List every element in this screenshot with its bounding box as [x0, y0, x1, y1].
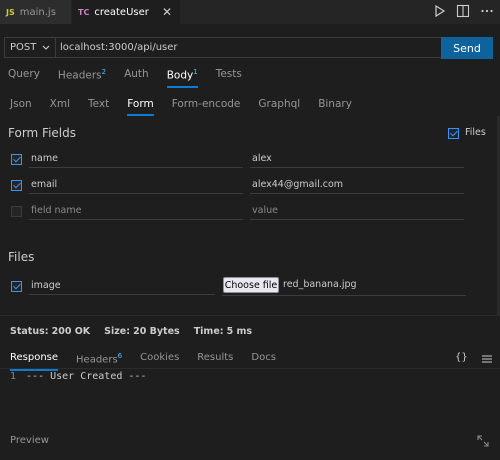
- choose-file-button[interactable]: Choose file: [223, 277, 279, 293]
- response-line: --- User Created ---: [26, 371, 147, 382]
- tab-body[interactable]: Body1: [166, 68, 198, 87]
- divider: [0, 368, 500, 369]
- editor-tab-main-js[interactable]: JS main.js: [0, 0, 72, 24]
- js-file-icon: JS: [6, 7, 15, 17]
- tab-json[interactable]: Json: [10, 98, 32, 110]
- tab-label: Headers: [57, 69, 102, 82]
- tab-docs[interactable]: Docs: [251, 352, 276, 365]
- chevron-down-icon: [42, 45, 50, 50]
- field-name-input[interactable]: name: [29, 150, 243, 168]
- status-value: 200 OK: [51, 326, 91, 337]
- field-name-input[interactable]: email: [29, 176, 243, 194]
- selected-file-name: red_banana.jpg: [283, 279, 357, 290]
- tab-query[interactable]: Query: [8, 68, 40, 82]
- tab-xml[interactable]: Xml: [50, 98, 70, 110]
- divider: [0, 315, 500, 316]
- tab-auth[interactable]: Auth: [124, 68, 149, 82]
- format-json-icon[interactable]: {}: [455, 352, 468, 363]
- tab-label: Auth: [124, 68, 149, 80]
- tab-headers[interactable]: Headers2: [58, 68, 106, 82]
- tab-label: Response: [10, 352, 59, 363]
- tab-count-badge: 1: [193, 68, 198, 76]
- files-toggle-label: Files: [465, 127, 486, 138]
- file-field-underline: [222, 295, 466, 296]
- preview-label[interactable]: Preview: [10, 435, 49, 446]
- size-item: Size: 20 Bytes: [104, 326, 180, 337]
- tab-label: Results: [197, 352, 234, 363]
- method-value: POST: [10, 42, 37, 53]
- editor-tab-label: main.js: [19, 6, 56, 18]
- tab-response-headers[interactable]: Headers6: [76, 352, 122, 365]
- method-select[interactable]: POST: [4, 37, 56, 58]
- body-type-tabs: Json Xml Text Form Form-encode Graphql B…: [10, 98, 370, 116]
- expand-icon[interactable]: [476, 434, 490, 448]
- close-icon[interactable]: ✕: [162, 5, 172, 19]
- split-editor-icon[interactable]: [456, 4, 470, 18]
- tab-label: Body: [166, 69, 194, 82]
- response-tabs: Response Headers6 Cookies Results Docs: [10, 352, 294, 372]
- tab-label: Query: [8, 68, 40, 80]
- tab-label: Tests: [215, 68, 242, 80]
- field-value-input[interactable]: alex: [250, 150, 464, 168]
- url-input[interactable]: localhost:3000/api/user: [56, 37, 444, 58]
- tab-response[interactable]: Response: [10, 352, 59, 372]
- editor-tab-strip: JS main.js TC createUser ✕: [0, 0, 500, 24]
- size-value: 20 Bytes: [133, 326, 180, 337]
- files-checkbox[interactable]: [448, 128, 459, 139]
- run-icon[interactable]: [434, 4, 446, 18]
- tab-label: Headers: [76, 354, 118, 366]
- tab-binary[interactable]: Binary: [318, 98, 352, 110]
- files-title: Files: [8, 250, 35, 264]
- menu-icon[interactable]: [481, 354, 493, 364]
- thunder-client-icon: TC: [78, 7, 90, 17]
- line-number: 1: [10, 371, 17, 382]
- tab-label: Docs: [251, 352, 276, 363]
- editor-tab-create-user[interactable]: TC createUser ✕: [72, 0, 180, 24]
- request-bar: POST localhost:3000/api/user Send: [4, 37, 493, 59]
- status-item: Status: 200 OK: [10, 326, 91, 337]
- tab-form[interactable]: Form: [127, 98, 155, 116]
- time-value: 5 ms: [226, 326, 253, 337]
- field-value-input[interactable]: alex44@gmail.com: [250, 176, 464, 194]
- tab-graphql[interactable]: Graphql: [258, 98, 300, 110]
- more-actions-icon[interactable]: [480, 4, 494, 18]
- tab-cookies[interactable]: Cookies: [140, 352, 179, 365]
- tab-label: Cookies: [140, 352, 180, 363]
- file-field-name-input[interactable]: image: [29, 277, 215, 295]
- tab-count-badge: 6: [117, 352, 123, 360]
- request-tabs: Query Headers2 Auth Body1 Tests: [8, 68, 260, 87]
- form-fields-title: Form Fields: [8, 126, 76, 140]
- send-button[interactable]: Send: [441, 37, 493, 59]
- field-checkbox[interactable]: [11, 154, 22, 165]
- editor-tab-label: createUser: [94, 6, 149, 18]
- tab-text[interactable]: Text: [88, 98, 109, 110]
- file-checkbox[interactable]: [11, 281, 22, 292]
- tab-count-badge: 2: [101, 68, 107, 76]
- response-body: 1 --- User Created ---: [10, 371, 146, 382]
- field-checkbox[interactable]: [11, 206, 22, 217]
- field-name-input[interactable]: field name: [29, 202, 243, 220]
- field-checkbox[interactable]: [11, 180, 22, 191]
- field-value-input[interactable]: value: [250, 202, 464, 220]
- response-status-bar: Status: 200 OK Size: 20 Bytes Time: 5 ms: [10, 326, 252, 337]
- editor-actions: [434, 4, 494, 18]
- tab-tests[interactable]: Tests: [216, 68, 242, 82]
- tab-form-encode[interactable]: Form-encode: [172, 98, 241, 110]
- tab-results[interactable]: Results: [197, 352, 233, 365]
- time-item: Time: 5 ms: [193, 326, 253, 337]
